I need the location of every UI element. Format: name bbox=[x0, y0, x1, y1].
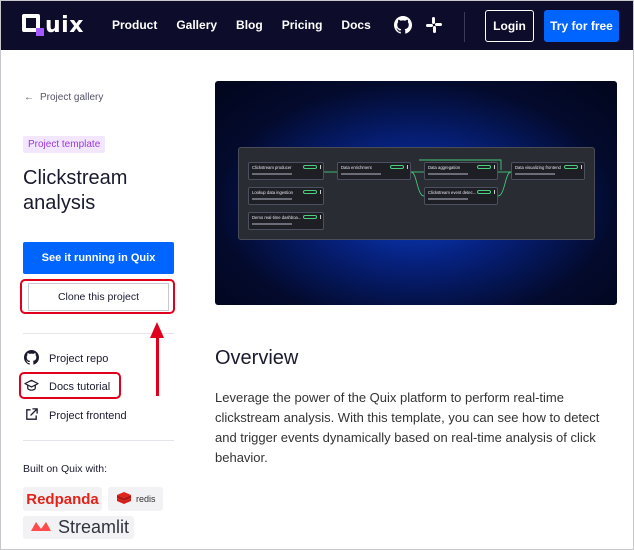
overview-heading: Overview bbox=[215, 347, 299, 369]
project-repo-label: Project repo bbox=[49, 353, 109, 365]
nav-link-docs[interactable]: Docs bbox=[341, 18, 370, 32]
pipeline-node-label: Data visualizing frontend bbox=[515, 165, 561, 170]
overview-description: Leverage the power of the Quix platform … bbox=[215, 390, 600, 465]
annotation-arrow-line bbox=[156, 336, 159, 396]
redpanda-logo: Redpanda bbox=[23, 487, 102, 511]
page-title: Clickstream analysis bbox=[23, 167, 128, 214]
pipeline-node-label: Clickstream event detec... bbox=[428, 190, 477, 195]
pipeline-node-label: Data enrichment bbox=[341, 165, 372, 170]
streamlit-logo: Streamlit bbox=[23, 516, 134, 539]
pipeline-node: Data visualizing frontend bbox=[511, 162, 585, 180]
see-it-running-button[interactable]: See it running in Quix bbox=[23, 242, 174, 274]
nav-link-blog[interactable]: Blog bbox=[236, 18, 263, 32]
pipeline-node: Data aggregation bbox=[424, 162, 498, 180]
pipeline-node-label: Clickstream producer bbox=[252, 165, 292, 170]
try-for-free-button[interactable]: Try for free bbox=[544, 10, 619, 42]
nav-divider bbox=[464, 12, 465, 42]
sidebar-divider bbox=[23, 440, 174, 441]
pipeline-node: Demo real-time dashboa... bbox=[248, 212, 324, 230]
nav-links: Product Gallery Blog Pricing Docs bbox=[112, 18, 390, 32]
project-frontend-link[interactable]: Project frontend bbox=[24, 407, 127, 425]
arrow-left-icon: ← bbox=[24, 92, 34, 103]
login-button[interactable]: Login bbox=[485, 10, 534, 42]
project-template-badge: Project template bbox=[23, 136, 106, 153]
project-repo-link[interactable]: Project repo bbox=[24, 350, 108, 368]
clone-highlight-box bbox=[20, 279, 175, 314]
built-on-label: Built on Quix with: bbox=[23, 463, 108, 475]
top-navbar: uix Product Gallery Blog Pricing Docs Lo… bbox=[1, 1, 633, 50]
redis-logo: redis bbox=[108, 487, 163, 511]
back-link-label: Project gallery bbox=[40, 92, 104, 103]
logo-text: uix bbox=[45, 12, 84, 38]
streamlit-crown-icon bbox=[30, 517, 52, 538]
pipeline-node: Clickstream event detec... bbox=[424, 187, 498, 205]
quix-logo-mark-icon bbox=[22, 14, 44, 36]
redis-label: redis bbox=[136, 494, 156, 504]
redpanda-label: Redpanda bbox=[26, 490, 99, 508]
pipeline-node-label: Data aggregation bbox=[428, 165, 461, 170]
pipeline-node-label: Lookup data ingestion bbox=[252, 190, 293, 195]
streamlit-label: Streamlit bbox=[58, 517, 130, 537]
pipeline-preview-image: Clickstream producer Lookup data ingesti… bbox=[215, 81, 617, 305]
pipeline-node: Lookup data ingestion bbox=[248, 187, 324, 205]
nav-link-product[interactable]: Product bbox=[112, 18, 157, 32]
pipeline-diagram: Clickstream producer Lookup data ingesti… bbox=[238, 147, 595, 240]
github-icon[interactable] bbox=[394, 16, 413, 34]
quix-logo[interactable]: uix bbox=[22, 12, 84, 38]
project-frontend-label: Project frontend bbox=[49, 410, 127, 422]
pipeline-node-label: Demo real-time dashboa... bbox=[252, 215, 302, 220]
pipeline-node: Clickstream producer bbox=[248, 162, 324, 180]
external-link-icon bbox=[24, 407, 39, 425]
pipeline-node: Data enrichment bbox=[337, 162, 411, 180]
github-icon bbox=[24, 350, 40, 368]
back-to-gallery-link[interactable]: ← Project gallery bbox=[24, 92, 103, 103]
docs-highlight-box bbox=[19, 372, 121, 399]
nav-link-pricing[interactable]: Pricing bbox=[282, 18, 323, 32]
slack-icon[interactable] bbox=[425, 16, 443, 34]
nav-link-gallery[interactable]: Gallery bbox=[176, 18, 217, 32]
redis-cube-icon bbox=[116, 491, 132, 507]
